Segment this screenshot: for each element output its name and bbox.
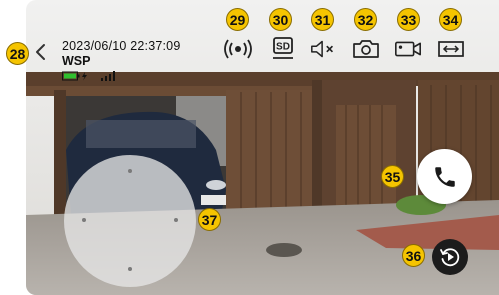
callout-34: 34 [439, 8, 462, 31]
callout-31: 31 [311, 8, 334, 31]
callout-32: 32 [354, 8, 377, 31]
fit-width-icon [438, 41, 464, 57]
callout-28: 28 [6, 42, 29, 65]
callout-30: 30 [269, 8, 292, 31]
sd-card-icon: SD [273, 37, 293, 59]
record-button[interactable] [393, 34, 423, 64]
replay-icon [440, 248, 460, 267]
call-button[interactable] [417, 149, 472, 204]
video-record-icon [395, 41, 421, 57]
ptz-up-dot [128, 169, 132, 173]
sd-card-label: SD [276, 42, 290, 53]
audio-wave-button[interactable] [223, 34, 253, 64]
chevron-left-icon [36, 44, 45, 60]
fit-width-button[interactable] [436, 34, 466, 64]
camera-name: WSP [62, 54, 91, 68]
status-indicators [62, 71, 116, 81]
phone-icon [434, 166, 455, 187]
callout-37: 37 [198, 208, 221, 231]
ptz-left-dot [82, 218, 86, 222]
callout-33: 33 [397, 8, 420, 31]
ptz-joystick[interactable] [64, 155, 196, 287]
audio-wave-icon [224, 39, 252, 59]
sd-card-button[interactable]: SD [268, 34, 298, 64]
callout-35: 35 [381, 165, 404, 188]
callout-36: 36 [402, 244, 425, 267]
camera-snapshot-icon [353, 40, 379, 58]
mute-button[interactable] [309, 34, 339, 64]
camera-info: 2023/06/10 22:37:09 WSP [62, 39, 181, 68]
ptz-down-dot [128, 267, 132, 271]
snapshot-button[interactable] [351, 34, 381, 64]
callout-29: 29 [226, 8, 249, 31]
battery-charging-icon [62, 71, 87, 81]
back-button[interactable] [33, 41, 49, 63]
speaker-mute-icon [311, 40, 334, 58]
signal-bars-icon [101, 71, 115, 81]
replay-button[interactable] [432, 239, 468, 275]
ptz-right-dot [174, 218, 178, 222]
timestamp: 2023/06/10 22:37:09 [62, 39, 181, 53]
